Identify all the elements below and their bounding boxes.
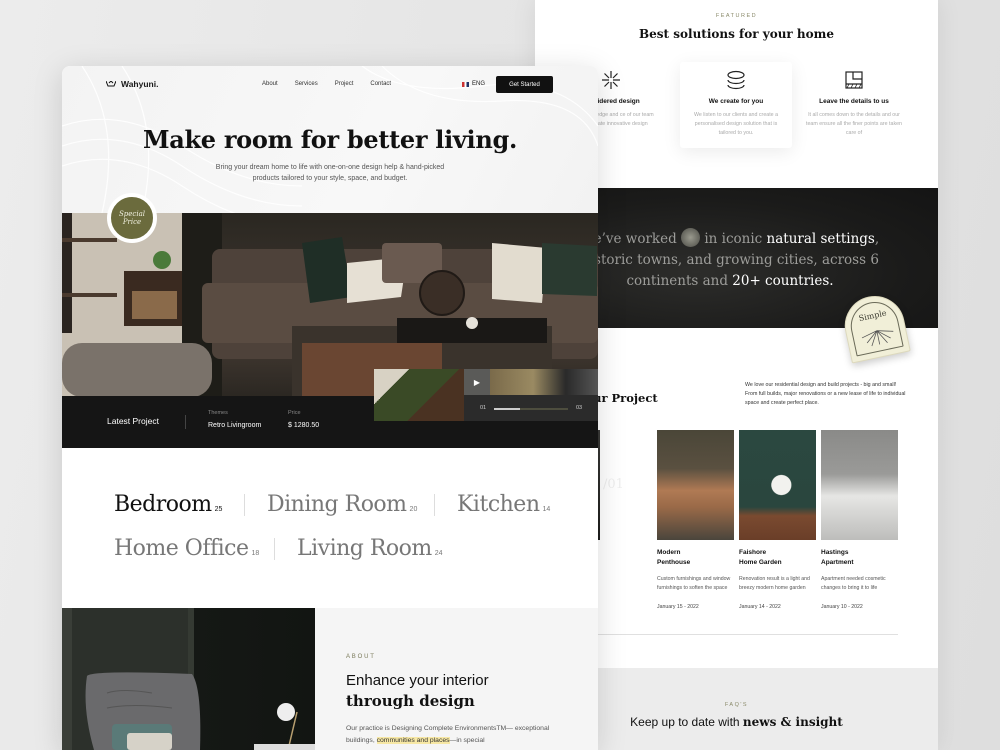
project-image (821, 430, 898, 540)
about-description: Our practice is Designing Complete Envir… (346, 725, 550, 744)
feature-card: Leave the details to us It all comes dow… (798, 62, 910, 148)
price-value: $ 1280.50 (288, 422, 320, 429)
hero-title: Make room for better living. (142, 125, 518, 154)
category-home-office[interactable]: Home Office 18 (114, 536, 259, 561)
logo[interactable]: Wahyuni. (106, 79, 158, 89)
category-bedroom[interactable]: Bedroom 25 (114, 492, 222, 532)
feature-card: We create for you We listen to our clien… (680, 62, 792, 148)
window-details-icon (798, 62, 910, 90)
hero-section: Wahyuni. About Services Project Contact … (62, 66, 598, 213)
uk-flag-icon (462, 81, 469, 87)
feature-desc: It all comes down to the details and our… (806, 112, 902, 136)
nav-links: About Services Project Contact (262, 81, 391, 87)
project-image (739, 430, 816, 540)
feature-title: We create for you (708, 98, 764, 105)
about-image (62, 608, 315, 750)
explore-description: We love our residential design and build… (745, 382, 906, 406)
video-thumbnail[interactable] (374, 369, 464, 421)
feature-title: Leave the details to us (819, 98, 889, 105)
inline-photo (681, 228, 701, 247)
play-button[interactable]: ▶ (464, 369, 490, 395)
language-selector[interactable]: ENG (462, 81, 485, 87)
nav-link-contact[interactable]: Contact (370, 81, 391, 87)
featured-title: Best solutions for your home (639, 27, 834, 41)
project-card[interactable]: Faishore Home Garden Renovation result is… (739, 430, 816, 610)
nav-link-services[interactable]: Services (295, 81, 318, 87)
hero-subtitle: Bring your dream home to life with one-o… (215, 164, 445, 182)
project-card[interactable]: Hastings Apartment Apartment needed cosme… (821, 430, 898, 610)
top-nav: Wahyuni. About Services Project Contact … (62, 76, 598, 94)
project-card[interactable]: Modern Penthouse Custom furnishings and w… (657, 430, 734, 610)
video-player: ▶ 01 03 (464, 369, 598, 421)
special-price-badge: Special Price (107, 193, 157, 243)
project-image (657, 430, 734, 540)
stack-coins-icon (680, 62, 792, 90)
main-page-preview: Wahyuni. About Services Project Contact … (62, 66, 598, 750)
feature-desc: We listen to our clients and create a pe… (693, 112, 779, 136)
category-kitchen[interactable]: Kitchen 14 (457, 492, 550, 517)
explore-title: Explore Our Project (535, 391, 658, 405)
get-started-button[interactable]: Get Started (496, 76, 553, 93)
about-title: Enhance your interior through design (346, 672, 489, 710)
slide-number: /01 (603, 477, 624, 492)
video-progress-slider[interactable] (494, 408, 568, 410)
play-icon: ▶ (473, 377, 481, 387)
statement-text: We’ve worked in iconic natural settings,… (565, 228, 895, 292)
theme-value: Retro Livingroom (208, 422, 262, 429)
category-living-room[interactable]: Living Room 24 (297, 536, 443, 561)
nav-link-about[interactable]: About (262, 81, 278, 87)
nav-link-project[interactable]: Project (335, 81, 354, 87)
featured-eyebrow: FEATURED (715, 13, 758, 19)
category-dining-room[interactable]: Dining Room 20 (267, 492, 417, 517)
crown-logo-icon (106, 81, 116, 87)
about-eyebrow: ABOUT (346, 654, 376, 660)
